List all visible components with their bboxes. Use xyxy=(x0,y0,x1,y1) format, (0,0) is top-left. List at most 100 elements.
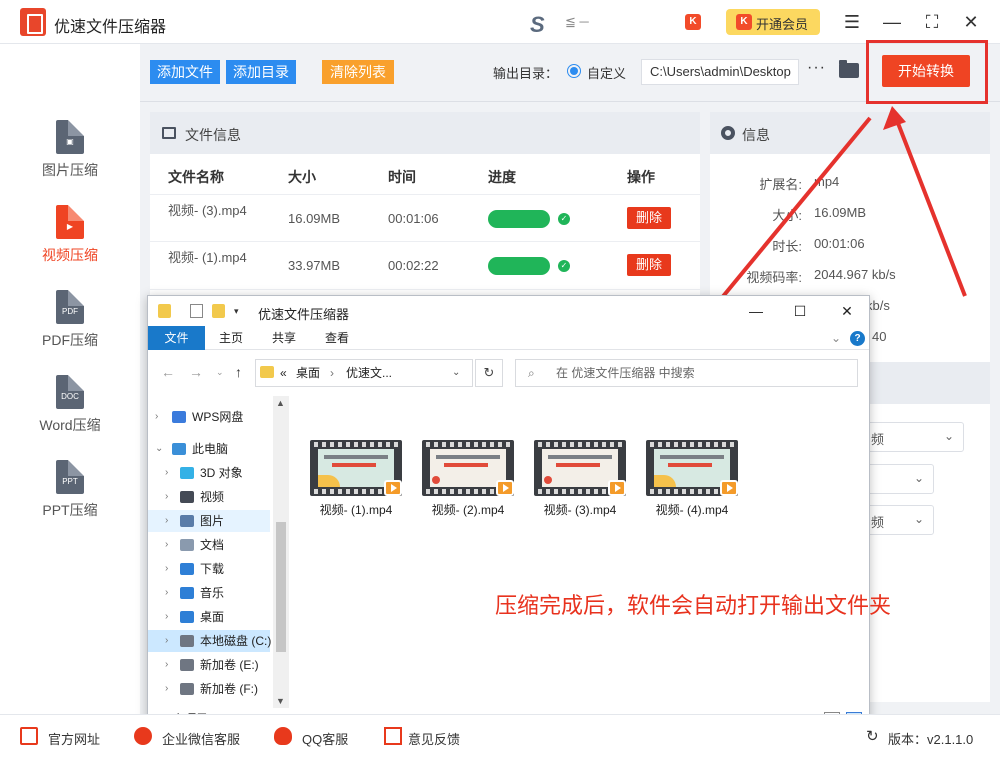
output-path-input[interactable]: C:\Users\admin\Desktop xyxy=(641,59,799,85)
nav-item[interactable]: › 3D 对象 xyxy=(148,462,270,484)
computer-icon xyxy=(172,443,186,455)
expand-chevron-icon[interactable]: › xyxy=(165,486,168,508)
check-icon: ✓ xyxy=(558,260,570,272)
sidebar-item-video-compress[interactable]: ▶ 视频压缩 xyxy=(0,205,140,285)
more-options-button[interactable]: ··· xyxy=(807,59,826,77)
explorer-minimize-button[interactable]: — xyxy=(741,301,771,321)
video-file-item[interactable]: 视频- (2).mp4 xyxy=(418,438,518,528)
search-input[interactable]: ⌕ 在 优速文件压缩器 中搜索 xyxy=(515,359,858,387)
table-row[interactable]: 视频- (3).mp4 16.09MB 00:01:06 ✓ 删除 xyxy=(150,194,700,242)
custom-output-radio-label[interactable]: 自定义 xyxy=(587,63,626,82)
tab-file[interactable]: 文件 xyxy=(148,326,205,350)
refresh-icon[interactable]: ↻ xyxy=(475,359,503,387)
breadcrumb-prefix: « xyxy=(280,366,287,380)
video-file-item[interactable]: 视频- (1).mp4 xyxy=(306,438,406,528)
desktop-folder-icon xyxy=(180,611,194,623)
nav-item[interactable]: › 下载 xyxy=(148,558,270,580)
properties-icon[interactable] xyxy=(190,304,203,318)
expand-chevron-icon[interactable]: › xyxy=(155,406,158,428)
delete-button[interactable]: 删除 xyxy=(627,207,671,229)
open-folder-icon[interactable] xyxy=(839,60,859,78)
expand-chevron-icon[interactable]: › xyxy=(165,462,168,484)
breadcrumb-desktop[interactable]: 桌面 xyxy=(296,360,320,386)
nav-scrollbar[interactable]: ▲ ▼ xyxy=(273,396,289,708)
maximize-button[interactable]: ⛶ xyxy=(920,10,944,34)
highlight-box xyxy=(866,40,988,104)
scroll-down-icon[interactable]: ▼ xyxy=(276,696,285,706)
nav-item[interactable]: › 音乐 xyxy=(148,582,270,604)
footer-link-wechat[interactable]: 企业微信客服 xyxy=(162,729,240,748)
chevron-down-icon[interactable]: ⌄ xyxy=(452,360,460,386)
nav-item[interactable]: › 本地磁盘 (C:) xyxy=(148,630,271,652)
gear-icon xyxy=(721,126,735,140)
forward-icon[interactable]: → xyxy=(189,364,203,380)
sidebar-item-ppt-compress[interactable]: PPT PPT压缩 xyxy=(0,460,140,540)
explorer-window[interactable]: ▾ 优速文件压缩器 — ☐ ✕ 文件 主页 共享 查看 ⌄ ? ← → ⌄ ↑ … xyxy=(147,295,891,731)
expand-chevron-icon[interactable]: › xyxy=(165,582,168,604)
tab-home[interactable]: 主页 xyxy=(206,326,256,350)
expand-chevron-icon[interactable]: › xyxy=(165,510,168,532)
nav-item[interactable]: › 桌面 xyxy=(148,606,270,628)
nav-item[interactable]: ⌄ 此电脑 xyxy=(148,438,270,460)
help-icon[interactable]: ? xyxy=(850,331,865,346)
recent-chevron-icon[interactable]: ⌄ xyxy=(216,367,224,378)
file-size: 33.97MB xyxy=(288,258,341,273)
nav-item[interactable]: › 文档 xyxy=(148,534,270,556)
minimize-button[interactable]: — xyxy=(880,10,904,34)
explorer-maximize-button[interactable]: ☐ xyxy=(785,301,815,321)
info-key: 视频码率: xyxy=(746,270,802,285)
select-value: 频 xyxy=(871,515,885,530)
custom-output-radio[interactable] xyxy=(567,64,581,78)
nav-item-label: 新加卷 (E:) xyxy=(200,658,259,672)
nav-item[interactable]: › 图片 xyxy=(148,510,270,532)
sidebar-item-image-compress[interactable]: ▣ 图片压缩 xyxy=(0,120,140,200)
expand-chevron-icon[interactable]: › xyxy=(165,678,168,700)
back-icon[interactable]: ← xyxy=(161,364,175,380)
sidebar-item-word-compress[interactable]: DOC Word压缩 xyxy=(0,375,140,455)
user-avatar[interactable]: S xyxy=(530,12,545,38)
file-info-title: 文件信息 xyxy=(185,127,241,143)
nav-item-label: 文档 xyxy=(200,538,225,552)
menu-icon[interactable]: ☰ xyxy=(840,10,864,34)
expand-chevron-icon[interactable]: › xyxy=(165,534,168,556)
scrollbar-thumb[interactable] xyxy=(276,522,286,652)
up-icon[interactable]: ↑ xyxy=(235,364,242,380)
expand-chevron-icon[interactable]: › xyxy=(165,630,168,652)
nav-item-label: 下载 xyxy=(200,562,225,576)
tab-share[interactable]: 共享 xyxy=(259,326,309,350)
nav-item[interactable]: › 新加卷 (E:) xyxy=(148,654,270,676)
title-bar: 优速文件压缩器 S ≦ ─ K K 开通会员 ☰ — ⛶ ✕ xyxy=(0,0,1000,44)
expand-chevron-icon[interactable]: ⌄ xyxy=(155,438,163,460)
thumbnail-line xyxy=(436,455,500,459)
tab-view[interactable]: 查看 xyxy=(312,326,362,350)
expand-chevron-icon[interactable]: › xyxy=(165,654,168,676)
wechat-icon xyxy=(134,727,152,745)
delete-button[interactable]: 删除 xyxy=(627,254,671,276)
footer-link-website[interactable]: 官方网址 xyxy=(48,729,100,748)
close-button[interactable]: ✕ xyxy=(959,10,983,34)
breadcrumb-current[interactable]: 优速文... xyxy=(346,360,392,386)
expand-chevron-icon[interactable]: › xyxy=(165,606,168,628)
clear-list-button[interactable]: 清除列表 xyxy=(322,60,394,84)
video-file-item[interactable]: 视频- (3).mp4 xyxy=(530,438,630,528)
new-folder-icon[interactable] xyxy=(212,304,225,318)
explorer-close-button[interactable]: ✕ xyxy=(832,301,862,321)
address-box[interactable]: « 桌面 › 优速文... ⌄ xyxy=(255,359,473,387)
vip-button[interactable]: K 开通会员 xyxy=(726,9,820,35)
nav-item[interactable]: › 新加卷 (F:) xyxy=(148,678,270,700)
footer-link-feedback[interactable]: 意见反馈 xyxy=(408,729,460,748)
thumbnail-line xyxy=(332,463,376,467)
add-file-button[interactable]: 添加文件 xyxy=(150,60,220,84)
footer-link-qq[interactable]: QQ客服 xyxy=(302,729,348,748)
file-duration: 00:01:06 xyxy=(388,211,439,226)
add-directory-button[interactable]: 添加目录 xyxy=(226,60,296,84)
ribbon-expand-icon[interactable]: ⌄ xyxy=(828,326,844,350)
sidebar-item-pdf-compress[interactable]: PDF PDF压缩 xyxy=(0,290,140,370)
table-row[interactable]: 视频- (1).mp4 33.97MB 00:02:22 ✓ 删除 xyxy=(150,242,700,290)
nav-item[interactable]: › WPS网盘 xyxy=(148,406,270,428)
nav-item[interactable]: › 视频 xyxy=(148,486,270,508)
expand-chevron-icon[interactable]: › xyxy=(165,558,168,580)
chevron-down-icon[interactable]: ▾ xyxy=(234,306,247,320)
scroll-up-icon[interactable]: ▲ xyxy=(276,398,285,408)
video-file-item[interactable]: 视频- (4).mp4 xyxy=(642,438,742,528)
